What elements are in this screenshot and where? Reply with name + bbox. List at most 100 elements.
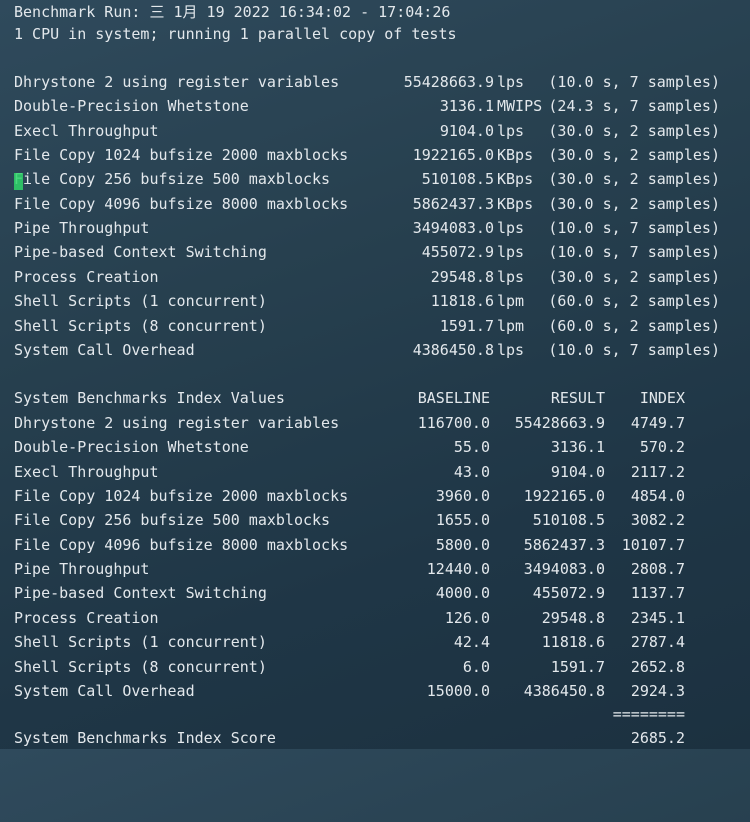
- result-row: Double-Precision Whetstone 3136.1 MWIPS (24…: [0, 94, 750, 118]
- baseline-value: 42.4: [453, 633, 490, 652]
- result-value: 455072.9: [532, 584, 605, 603]
- test-name: Execl Throughput: [14, 121, 159, 140]
- test-name: Process Creation: [14, 267, 159, 286]
- test-unit: lpm: [497, 292, 525, 311]
- test-value: 455072.9: [421, 243, 494, 262]
- baseline-value: 43.0: [453, 462, 490, 481]
- test-value: 3494083.0: [412, 219, 494, 238]
- test-unit: KBps: [497, 170, 534, 189]
- separator-line: ========: [612, 705, 685, 723]
- test-detail: (24.3 s, 7 samples): [548, 97, 720, 116]
- test-name: File Copy 256 bufsize 500 maxblocks: [14, 170, 331, 189]
- baseline-value: 12440.0: [426, 560, 490, 579]
- terminal-window[interactable]: Benchmark Run: 三 1月 19 2022 16:34:02 - 1…: [0, 0, 750, 749]
- baseline-value: 5800.0: [435, 535, 490, 554]
- index-row: Execl Throughput 43.0 9104.0 2117.2: [0, 460, 750, 484]
- index-row: File Copy 1024 bufsize 2000 maxblocks 396…: [0, 484, 750, 508]
- index-test-name: Dhrystone 2 using register variables: [14, 414, 340, 432]
- test-value: 3136.1: [439, 97, 494, 116]
- result-row: Process Creation 29548.8 lps (30.0 s, 2 sam…: [0, 265, 750, 289]
- result-value: 1591.7: [550, 657, 605, 676]
- test-name: System Call Overhead: [14, 340, 195, 359]
- index-value: 570.2: [639, 438, 685, 457]
- result-value: 4386450.8: [523, 681, 605, 700]
- index-test-name: File Copy 1024 bufsize 2000 maxblocks: [14, 487, 349, 506]
- test-unit: lps: [497, 73, 525, 91]
- test-value: 5862437.3: [412, 194, 494, 213]
- baseline-value: 3960.0: [435, 487, 490, 506]
- result-header: RESULT: [550, 389, 605, 407]
- index-value: 4854.0: [630, 487, 685, 506]
- baseline-value: 55.0: [453, 438, 490, 457]
- test-unit: KBps: [497, 146, 534, 165]
- result-row: File Copy 4096 bufsize 8000 maxblocks 586…: [0, 192, 750, 216]
- test-name: Dhrystone 2 using register variables: [14, 73, 340, 91]
- test-name: Pipe Throughput: [14, 219, 150, 238]
- index-row: Dhrystone 2 using register variables 1167…: [0, 411, 750, 435]
- index-test-name: Pipe-based Context Switching: [14, 584, 267, 603]
- index-row: Shell Scripts (1 concurrent) 42.4 11818.6 2…: [0, 630, 750, 654]
- test-name: Shell Scripts (8 concurrent): [14, 316, 267, 335]
- test-value: 11818.6: [430, 292, 494, 311]
- result-value: 55428663.9: [514, 414, 605, 432]
- index-row: Process Creation 126.0 29548.8 2345.1: [0, 606, 750, 630]
- score-label: System Benchmarks Index Score: [14, 729, 276, 747]
- test-detail: (30.0 s, 2 samples): [548, 267, 720, 286]
- index-row: Pipe-based Context Switching 4000.0 455072…: [0, 581, 750, 605]
- index-value: 10107.7: [621, 535, 685, 554]
- test-name: Double-Precision Whetstone: [14, 97, 249, 116]
- result-value: 1922165.0: [523, 487, 605, 506]
- index-test-name: Double-Precision Whetstone: [14, 438, 249, 457]
- test-unit: lpm: [497, 316, 525, 335]
- baseline-value: 15000.0: [426, 681, 490, 700]
- test-name: Pipe-based Context Switching: [14, 243, 267, 262]
- index-row: File Copy 256 bufsize 500 maxblocks 1655.…: [0, 508, 750, 532]
- index-value: 2345.1: [630, 608, 685, 627]
- test-name: Shell Scripts (1 concurrent): [14, 292, 267, 311]
- result-value: 3136.1: [550, 438, 605, 457]
- index-test-name: File Copy 256 bufsize 500 maxblocks: [14, 511, 331, 530]
- index-row: Double-Precision Whetstone 55.0 3136.1 570.…: [0, 435, 750, 459]
- index-header: INDEX: [639, 389, 685, 407]
- result-row: Shell Scripts (1 concurrent) 11818.6 lpm (6…: [0, 289, 750, 313]
- run-info-text: Benchmark Run: 三 1月 19 2022 16:34:02 - 1…: [14, 3, 451, 21]
- test-detail: (10.0 s, 7 samples): [548, 73, 720, 91]
- index-value: 2652.8: [630, 657, 685, 676]
- test-detail: (30.0 s, 2 samples): [548, 146, 720, 165]
- separator-row: ========: [0, 702, 750, 726]
- test-detail: (60.0 s, 2 samples): [548, 316, 720, 335]
- index-test-name: System Call Overhead: [14, 681, 195, 700]
- cpu-info-text: 1 CPU in system; running 1 parallel copy…: [14, 25, 457, 43]
- test-name: File Copy 1024 bufsize 2000 maxblocks: [14, 146, 349, 165]
- result-value: 3494083.0: [523, 560, 605, 579]
- score-row: System Benchmarks Index Score 2685.2: [0, 726, 750, 750]
- test-detail: (10.0 s, 7 samples): [548, 243, 720, 262]
- test-value: 1922165.0: [412, 146, 494, 165]
- index-test-name: Shell Scripts (1 concurrent): [14, 633, 267, 652]
- baseline-value: 4000.0: [435, 584, 490, 603]
- terminal-cursor: [14, 173, 23, 190]
- result-row: File Copy 256 bufsize 500 maxblocks 51010…: [0, 167, 750, 191]
- test-unit: lps: [497, 340, 525, 359]
- result-row: Pipe Throughput 3494083.0 lps (10.0 s, 7 sa…: [0, 216, 750, 240]
- test-detail: (10.0 s, 7 samples): [548, 340, 720, 359]
- benchmark-run-line: Benchmark Run: 三 1月 19 2022 16:34:02 - 1…: [0, 0, 750, 24]
- index-value: 2117.2: [630, 462, 685, 481]
- index-row: Pipe Throughput 12440.0 3494083.0 2808.7: [0, 557, 750, 581]
- test-detail: (10.0 s, 7 samples): [548, 219, 720, 238]
- index-test-name: Process Creation: [14, 608, 159, 627]
- test-value: 1591.7: [439, 316, 494, 335]
- index-row: Shell Scripts (8 concurrent) 6.0 1591.7 265…: [0, 655, 750, 679]
- index-row: System Call Overhead 15000.0 4386450.8 2924…: [0, 679, 750, 703]
- score-value: 2685.2: [630, 729, 685, 747]
- test-value: 510108.5: [421, 170, 494, 189]
- baseline-value: 126.0: [444, 608, 490, 627]
- result-row: Pipe-based Context Switching 455072.9 lps (…: [0, 240, 750, 264]
- test-value: 29548.8: [430, 267, 494, 286]
- test-value: 9104.0: [439, 121, 494, 140]
- index-value: 2808.7: [630, 560, 685, 579]
- test-unit: lps: [497, 243, 525, 262]
- index-test-name: File Copy 4096 bufsize 8000 maxblocks: [14, 535, 349, 554]
- result-value: 29548.8: [541, 608, 605, 627]
- index-test-name: Shell Scripts (8 concurrent): [14, 657, 267, 676]
